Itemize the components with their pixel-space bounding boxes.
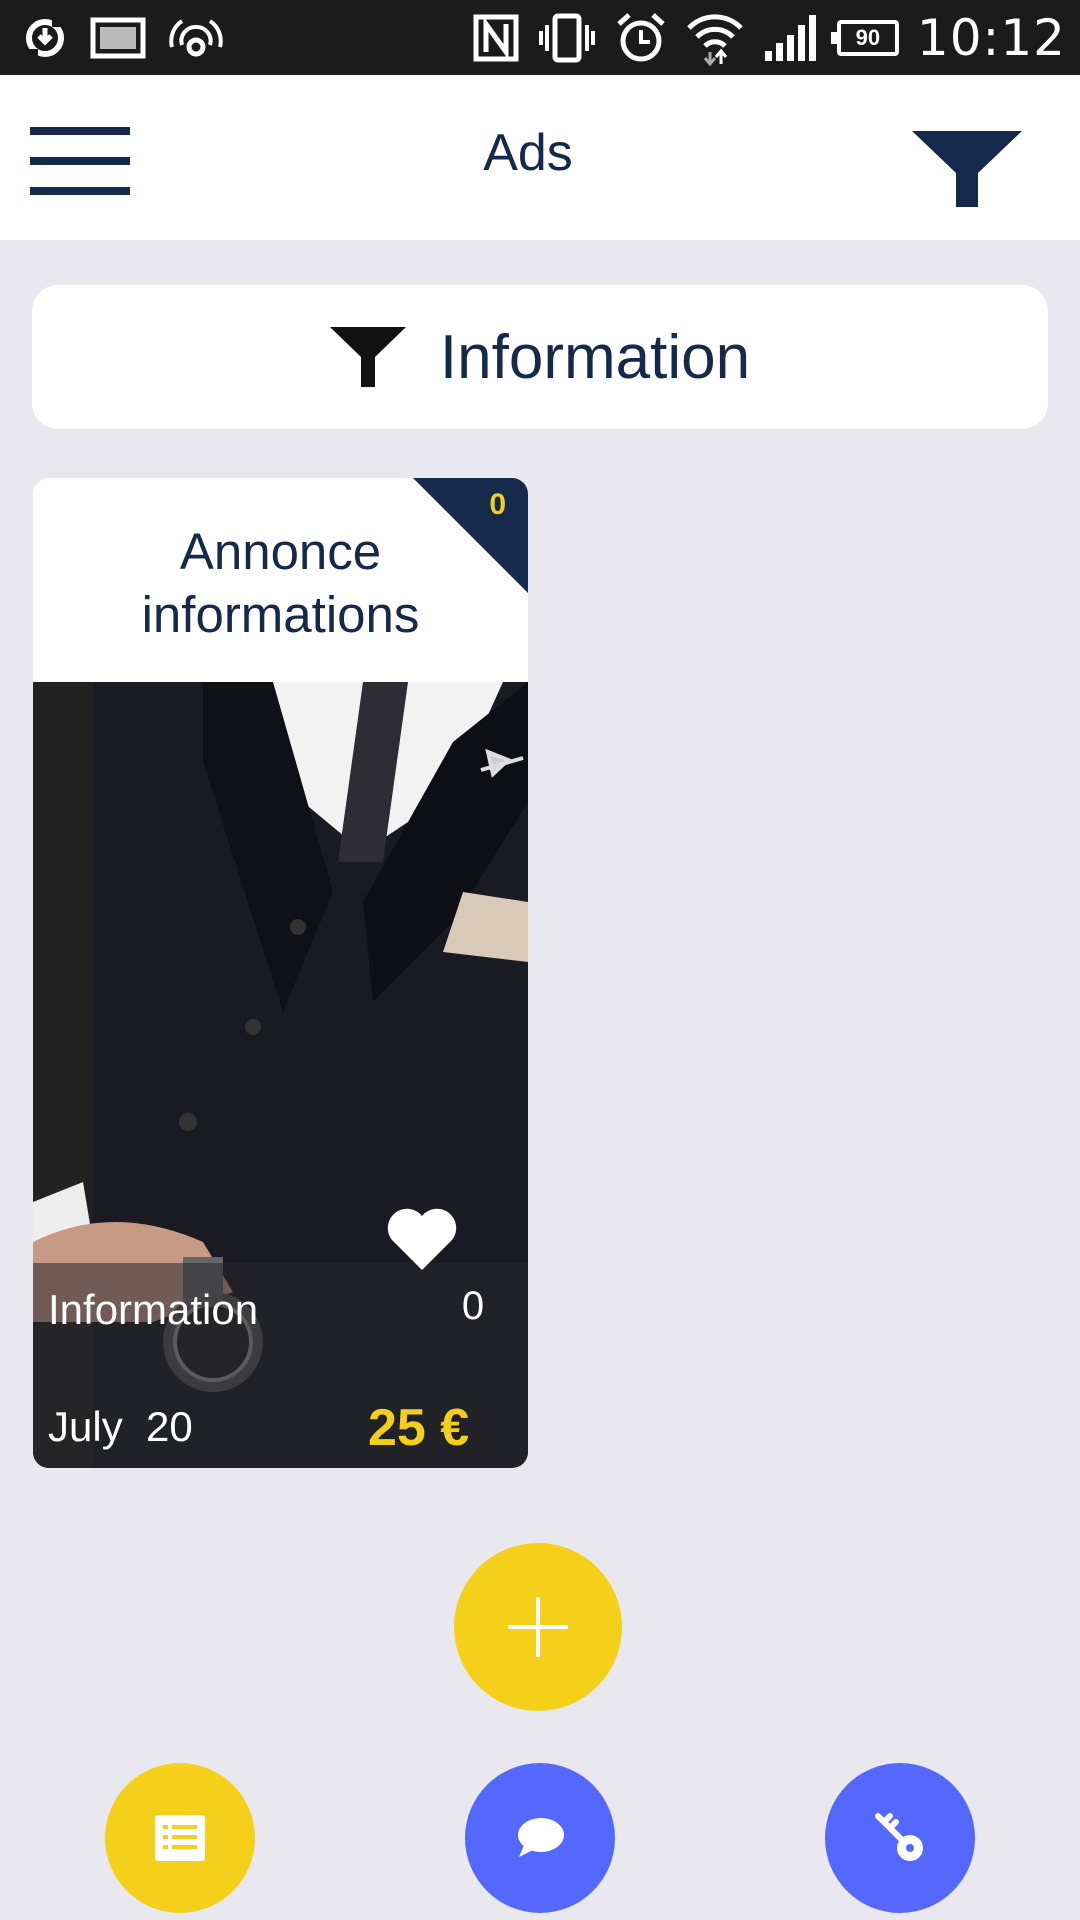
heart-icon	[387, 1208, 457, 1270]
add-ad-button[interactable]	[454, 1543, 622, 1711]
filter-button[interactable]	[912, 127, 1022, 209]
badge-count: 0	[489, 488, 506, 521]
wifi-icon	[687, 14, 743, 66]
like-button[interactable]	[384, 1208, 460, 1272]
plus-icon	[508, 1597, 568, 1657]
status-time: 10:12	[916, 9, 1066, 67]
ad-card[interactable]: Annonce informations 0 Information 0 Jul…	[33, 478, 528, 1468]
badge-ribbon	[413, 478, 528, 593]
hamburger-line	[30, 187, 130, 195]
status-right-icons: 90 10:12	[473, 8, 1066, 68]
sync-icon	[26, 17, 64, 59]
key-button[interactable]	[825, 1763, 975, 1913]
app-bar: Ads	[0, 75, 1080, 240]
vibrate-icon	[538, 13, 595, 63]
ad-price: 25 €	[368, 1399, 470, 1457]
list-button[interactable]	[105, 1763, 255, 1913]
active-filter-chip[interactable]: Information	[32, 285, 1048, 429]
signal-icon	[764, 15, 816, 61]
filter-label: Information	[439, 322, 751, 392]
nfc-icon	[473, 14, 519, 62]
filter-funnel-icon	[329, 327, 406, 387]
chat-button[interactable]	[465, 1763, 615, 1913]
ad-category: Information	[48, 1286, 259, 1333]
key-icon	[875, 1813, 923, 1861]
status-left-icons	[22, 10, 224, 66]
status-bar: 90 10:12	[0, 0, 1080, 75]
hotspot-icon	[169, 19, 223, 57]
chat-bubble-icon	[518, 1818, 564, 1857]
ad-date: July 20	[48, 1403, 193, 1450]
image-icon	[90, 17, 146, 59]
battery-icon: 90	[830, 20, 899, 56]
filter-funnel-icon	[912, 131, 1022, 207]
like-count: 0	[461, 1284, 485, 1328]
alarm-icon	[617, 13, 665, 62]
page-title: Ads	[483, 124, 573, 182]
list-icon	[155, 1815, 205, 1861]
